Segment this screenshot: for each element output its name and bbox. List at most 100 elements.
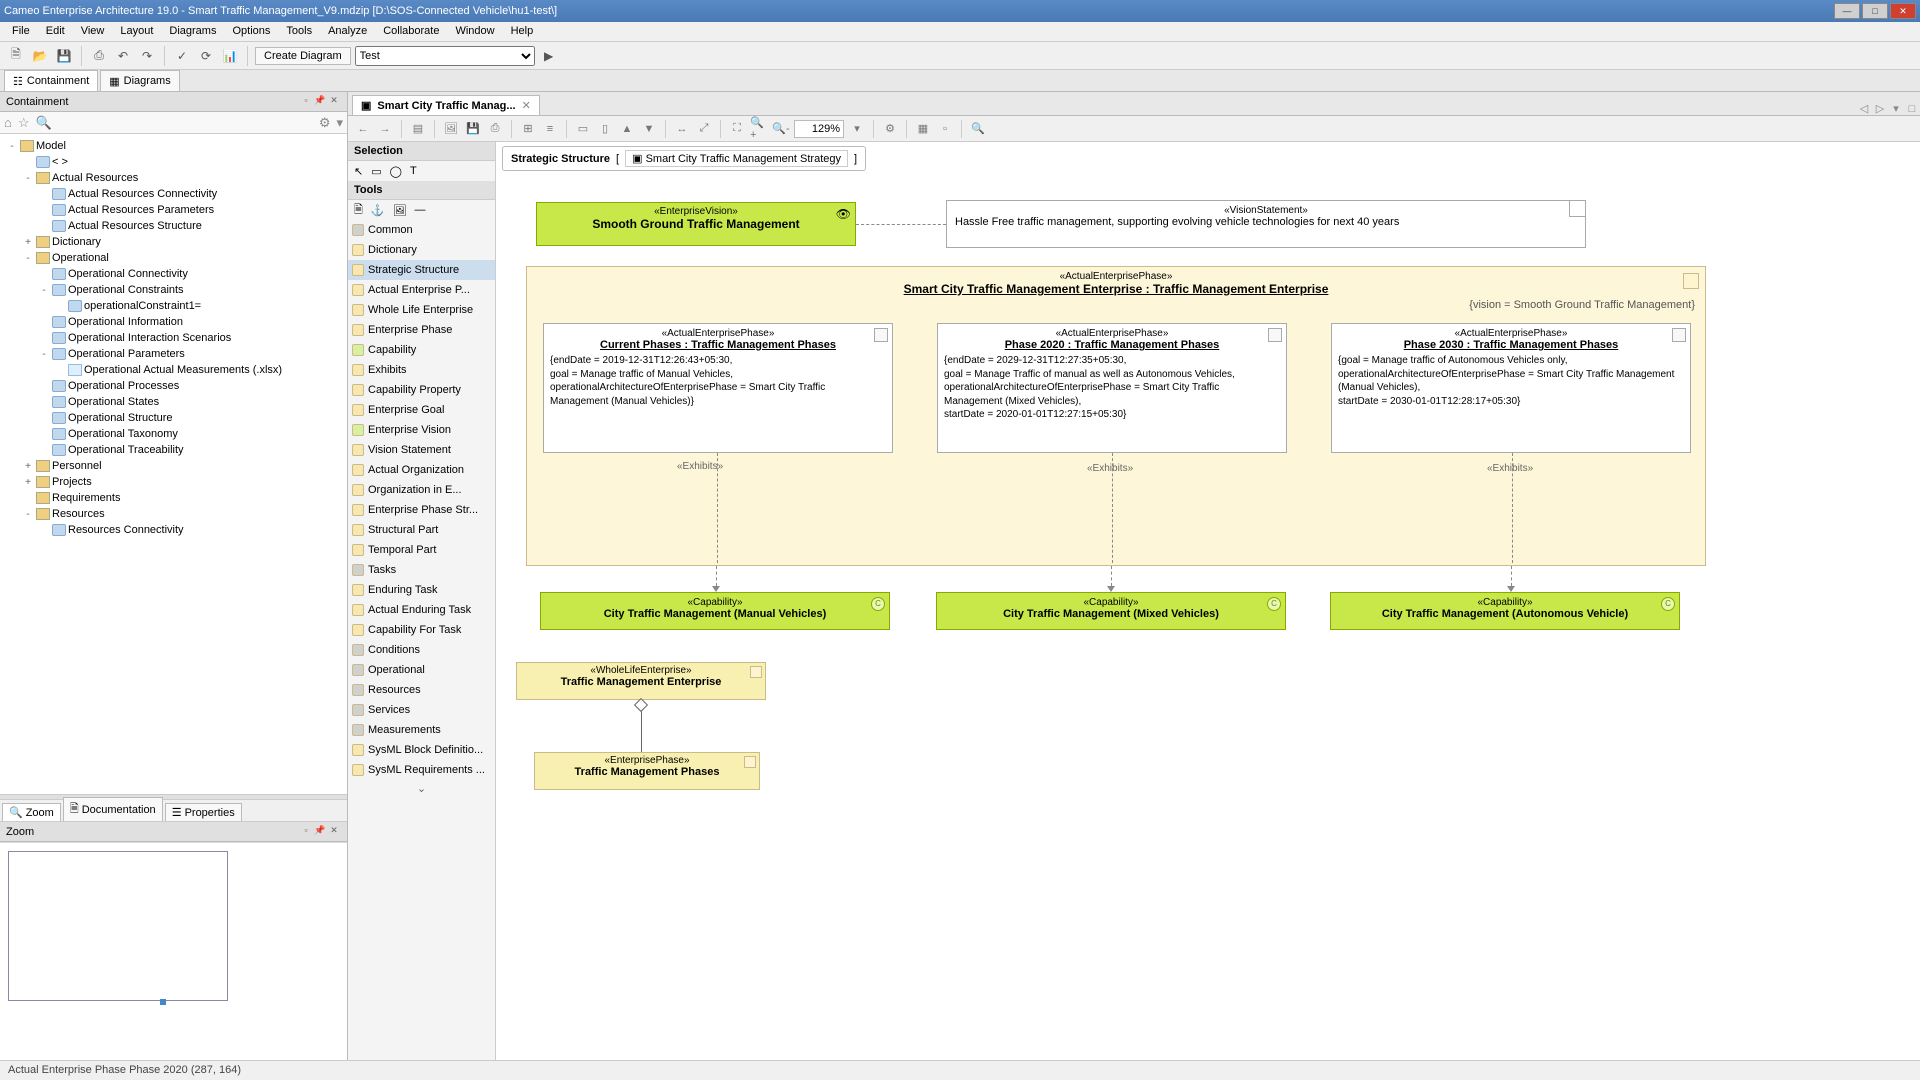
palette-exhibits[interactable]: Exhibits (348, 360, 495, 380)
zoom-overview[interactable] (0, 842, 347, 1060)
menu-file[interactable]: File (4, 22, 38, 41)
close-button[interactable]: ✕ (1890, 3, 1916, 19)
shape-capability-manual[interactable]: C «Capability» City Traffic Management (… (540, 592, 890, 630)
options-icon[interactable]: ⚙ (881, 120, 899, 138)
tree-node[interactable]: Operational Processes (2, 378, 345, 394)
pin-panel-icon[interactable]: 📌 (313, 825, 327, 839)
connector-enterprise-cap3-tail[interactable] (1511, 566, 1512, 586)
palette-enduring-task[interactable]: Enduring Task (348, 580, 495, 600)
palette-actual-enduring-task[interactable]: Actual Enduring Task (348, 600, 495, 620)
redo-icon[interactable]: ↷ (137, 46, 157, 66)
palette-capability-property[interactable]: Capability Property (348, 380, 495, 400)
gear-icon[interactable]: ⚙ (319, 115, 331, 131)
shape-vision-statement[interactable]: «VisionStatement» Hassle Free traffic ma… (946, 200, 1586, 248)
menu-edit[interactable]: Edit (38, 22, 73, 41)
expand-icon[interactable]: + (22, 461, 34, 472)
expand-icon[interactable]: - (22, 509, 34, 520)
shape-phase-2020[interactable]: «ActualEnterprisePhase» Phase 2020 : Tra… (937, 323, 1287, 453)
tree-node[interactable]: Actual Resources Structure (2, 218, 345, 234)
home-icon[interactable]: ⌂ (4, 115, 12, 130)
zoom-dropdown-icon[interactable]: ▾ (848, 120, 866, 138)
search-icon[interactable]: 🔍 (36, 115, 52, 131)
palette-enterprise-vision[interactable]: Enterprise Vision (348, 420, 495, 440)
front-icon[interactable]: ▲ (618, 120, 636, 138)
expand-icon[interactable]: - (22, 173, 34, 184)
connector-phase3-cap3[interactable] (1512, 453, 1513, 563)
resize-icon[interactable]: ⤢ (695, 120, 713, 138)
tab-documentation[interactable]: 🗎Documentation (63, 797, 163, 821)
search-diagram-icon[interactable]: 🔍 (969, 120, 987, 138)
select-in-tree-icon[interactable]: ▤ (409, 120, 427, 138)
expand-icon[interactable]: - (38, 285, 50, 296)
close-panel-icon[interactable]: ✕ (327, 825, 341, 839)
tab-properties[interactable]: ☰Properties (165, 803, 242, 821)
diagram-tab[interactable]: ▣ Smart City Traffic Manag... ✕ (352, 95, 540, 115)
shape-capability-autonomous[interactable]: C «Capability» City Traffic Management (… (1330, 592, 1680, 630)
shape-enterprise-phase[interactable]: «EnterprisePhase» Traffic Management Pha… (534, 752, 760, 790)
pin-panel-icon[interactable]: 📌 (313, 95, 327, 109)
expand-icon[interactable]: - (22, 253, 34, 264)
tree-node[interactable]: -Resources (2, 506, 345, 522)
minimize-button[interactable]: — (1834, 3, 1860, 19)
shape-capability-mixed[interactable]: C «Capability» City Traffic Management (… (936, 592, 1286, 630)
palette-sysml-block[interactable]: SysML Block Definitio... (348, 740, 495, 760)
zoom-in-icon[interactable]: 🔍+ (750, 120, 768, 138)
palette-capability-for-task[interactable]: Capability For Task (348, 620, 495, 640)
menu-window[interactable]: Window (447, 22, 502, 41)
tree-node[interactable]: Operational Connectivity (2, 266, 345, 282)
palette-expand-icon[interactable]: ⌄ (348, 780, 495, 797)
grid-icon[interactable]: ▦ (914, 120, 932, 138)
tree-node[interactable]: < > (2, 154, 345, 170)
zoom-fit-icon[interactable]: ⛶ (728, 120, 746, 138)
validate-icon[interactable]: ✓ (172, 46, 192, 66)
tree-node[interactable]: +Personnel (2, 458, 345, 474)
shape-enterprise-vision[interactable]: «EnterpriseVision» Smooth Ground Traffic… (536, 202, 856, 246)
palette-enterprise-goal[interactable]: Enterprise Goal (348, 400, 495, 420)
connector-phase2-cap2[interactable] (1112, 453, 1113, 563)
menu-view[interactable]: View (73, 22, 113, 41)
tree-node[interactable]: +Dictionary (2, 234, 345, 250)
zoom-out-icon[interactable]: 🔍- (772, 120, 790, 138)
connector-enterprise-cap2-tail[interactable] (1111, 566, 1112, 586)
tree-node[interactable]: -Model (2, 138, 345, 154)
prev-tab-icon[interactable]: ◁ (1856, 102, 1872, 115)
next-tab-icon[interactable]: ▷ (1872, 102, 1888, 115)
pointer-icon[interactable]: ↖ (354, 165, 363, 178)
tree-node[interactable]: Requirements (2, 490, 345, 506)
expand-icon[interactable]: + (22, 237, 34, 248)
palette-common[interactable]: Common (348, 220, 495, 240)
palette-operational[interactable]: Operational (348, 660, 495, 680)
palette-whole-life-enterprise[interactable]: Whole Life Enterprise (348, 300, 495, 320)
menu-options[interactable]: Options (224, 22, 278, 41)
menu-tools[interactable]: Tools (278, 22, 320, 41)
separator-icon[interactable]: — (415, 204, 426, 216)
menu-collaborate[interactable]: Collaborate (375, 22, 447, 41)
expand-icon[interactable]: - (38, 349, 50, 360)
maximize-editor-icon[interactable]: □ (1904, 103, 1920, 115)
menu-layout[interactable]: Layout (112, 22, 161, 41)
marquee-icon[interactable]: ▭ (371, 165, 381, 178)
palette-services[interactable]: Services (348, 700, 495, 720)
palette-resources[interactable]: Resources (348, 680, 495, 700)
tree-node[interactable]: Operational Traceability (2, 442, 345, 458)
shape-phase-2030[interactable]: «ActualEnterprisePhase» Phase 2030 : Tra… (1331, 323, 1691, 453)
text-icon[interactable]: T (410, 165, 417, 177)
anchor-icon[interactable]: ⚓ (371, 204, 385, 217)
tree-node[interactable]: Actual Resources Connectivity (2, 186, 345, 202)
print-icon[interactable]: ⎙ (89, 46, 109, 66)
palette-vision-statement[interactable]: Vision Statement (348, 440, 495, 460)
palette-sysml-req[interactable]: SysML Requirements ... (348, 760, 495, 780)
report-icon[interactable]: 📊 (220, 46, 240, 66)
align-icon[interactable]: ≡ (541, 120, 559, 138)
shape-phase-current[interactable]: «ActualEnterprisePhase» Current Phases :… (543, 323, 893, 453)
tab-containment[interactable]: ☷Containment (4, 70, 98, 91)
connector-vision-to-statement[interactable] (856, 224, 946, 225)
containment-tree[interactable]: -Model< >-Actual ResourcesActual Resourc… (0, 134, 347, 794)
maximize-button[interactable]: □ (1862, 3, 1888, 19)
palette-measurements[interactable]: Measurements (348, 720, 495, 740)
tab-list-icon[interactable]: ▾ (1888, 102, 1904, 115)
palette-temporal-part[interactable]: Temporal Part (348, 540, 495, 560)
palette-structural-part[interactable]: Structural Part (348, 520, 495, 540)
tree-node[interactable]: Operational Structure (2, 410, 345, 426)
palette-organization-in-e[interactable]: Organization in E... (348, 480, 495, 500)
